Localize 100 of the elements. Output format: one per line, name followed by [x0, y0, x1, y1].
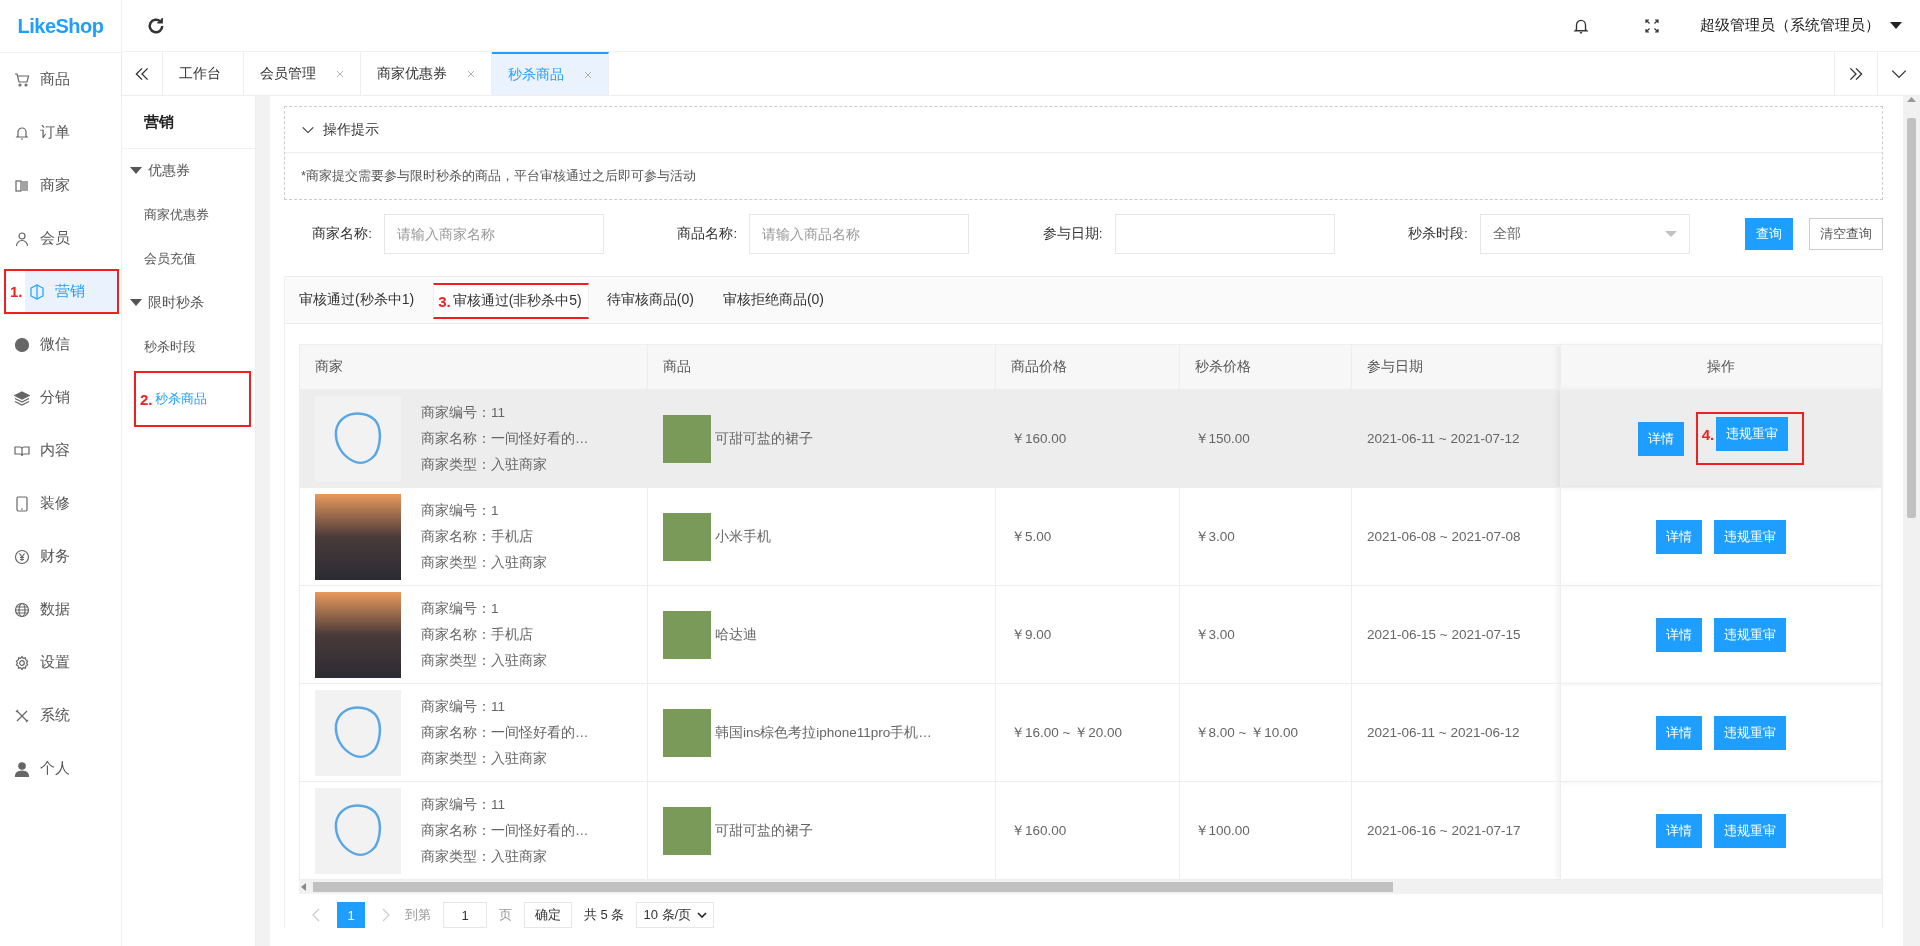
- text-field[interactable]: 请输入商品名称: [749, 214, 970, 254]
- globe-icon: [14, 601, 30, 618]
- sidebar-item[interactable]: 设置: [0, 636, 121, 689]
- date-range: 2021-06-11 ~ 2021-07-12: [1367, 431, 1520, 446]
- user-menu[interactable]: 超级管理员（系统管理员）: [1700, 16, 1902, 35]
- date-range: 2021-06-15 ~ 2021-07-15: [1367, 627, 1521, 642]
- merchant-info: 商家类型：入驻商家: [421, 553, 547, 572]
- horizontal-scrollbar[interactable]: [299, 880, 1882, 894]
- scrollbar-thumb[interactable]: [313, 882, 1393, 892]
- select-field[interactable]: 全部: [1479, 214, 1690, 254]
- product-price: ￥16.00 ~ ￥20.00: [1011, 724, 1122, 740]
- page-tab[interactable]: 工作台: [163, 52, 244, 95]
- merchant-info: 商家名称：手机店: [421, 527, 534, 546]
- menu-item[interactable]: 商家优惠券: [122, 193, 255, 237]
- sidebar-item[interactable]: 会员: [0, 212, 121, 265]
- product-price: ￥160.00: [1011, 822, 1067, 838]
- annotation-number: 3.: [437, 292, 452, 310]
- total-count: 共 5 条: [584, 906, 625, 924]
- sidebar-item[interactable]: 系统: [0, 689, 121, 742]
- yen-coin-icon: [14, 548, 30, 565]
- merchant-info: 商家类型：入驻商家: [421, 847, 548, 866]
- menu-group[interactable]: 限时秒杀: [122, 281, 255, 325]
- bell-icon: [14, 124, 30, 141]
- annotation-number: 4.: [1700, 425, 1716, 443]
- column-header: 秒杀价格: [1179, 344, 1352, 390]
- sidebar-item[interactable]: 订单: [0, 106, 121, 159]
- merchant-info: 商家名称：手机店: [421, 625, 534, 644]
- product-name: 可甜可盐的裙子: [715, 821, 814, 840]
- photo-placeholder: [663, 708, 712, 757]
- product-name: 可甜可盐的裙子: [715, 429, 814, 448]
- flash-price: ￥150.00: [1194, 430, 1250, 446]
- tips-text: *商家提交需要参与限时秒杀的商品，平台审核通过之后即可参与活动: [300, 167, 698, 185]
- scrollbar-thumb[interactable]: [1907, 118, 1916, 518]
- sidebar-item[interactable]: 装修: [0, 477, 121, 530]
- status-tab[interactable]: 审核通过(秒杀中1): [285, 277, 430, 323]
- product-price: ￥160.00: [1011, 430, 1067, 446]
- date-range: 2021-06-08 ~ 2021-07-08: [1367, 529, 1521, 544]
- scroll-left-icon: [299, 882, 309, 892]
- text-field[interactable]: 请输入商家名称: [384, 214, 604, 254]
- merchant-info: 商家类型：入驻商家: [421, 749, 548, 768]
- sidebar-item[interactable]: 商家: [0, 159, 121, 212]
- refresh-icon: [146, 15, 166, 36]
- date-field[interactable]: [1114, 214, 1335, 254]
- page-unit: 页: [499, 906, 512, 924]
- annotation-number: 1.: [9, 283, 24, 300]
- flash-price: ￥3.00: [1194, 626, 1235, 642]
- product-price: ￥5.00: [1011, 528, 1052, 544]
- product-price: ￥9.00: [1011, 626, 1052, 642]
- sidebar-item[interactable]: 分销: [0, 371, 121, 424]
- date-range: 2021-06-11 ~ 2021-06-12: [1367, 725, 1520, 740]
- fullscreen-icon: [1644, 17, 1660, 34]
- page-input[interactable]: 1: [443, 902, 487, 928]
- product-name: 小米手机: [715, 527, 772, 546]
- tips-toggle[interactable]: 操作提示: [285, 107, 1882, 153]
- menu-item[interactable]: 秒杀时段: [122, 325, 255, 369]
- cart-icon: [14, 71, 30, 88]
- status-tab[interactable]: 3.审核通过(非秒杀中5): [433, 283, 589, 319]
- caret-down-icon: [130, 167, 142, 175]
- confirm-button[interactable]: 确定: [524, 902, 572, 928]
- photo-placeholder: [663, 512, 712, 561]
- merchant-info: 商家名称：一间怪好看的…: [421, 723, 589, 742]
- reset-button[interactable]: 清空查询: [1809, 218, 1883, 250]
- chat-bubble-icon: [14, 336, 30, 353]
- caret-down-icon: [697, 912, 708, 918]
- column-header: 商品: [647, 344, 996, 390]
- status-tab[interactable]: 待审核商品(0): [592, 277, 709, 323]
- merchant-info: 商家编号：11: [421, 403, 506, 422]
- logo-text: LikeShop: [17, 14, 104, 38]
- status-tab[interactable]: 审核拒绝商品(0): [708, 277, 839, 323]
- sidebar-item[interactable]: 财务: [0, 530, 121, 583]
- photo-placeholder: [663, 610, 712, 659]
- sidebar-item[interactable]: 内容: [0, 424, 121, 477]
- column-header: 操作: [1560, 344, 1882, 390]
- product-name: 韩国ins棕色考拉iphone11pro手机…: [715, 723, 932, 742]
- sidebar-item[interactable]: 个人: [0, 742, 121, 795]
- merchant-info: 商家名称：一间怪好看的…: [421, 821, 589, 840]
- filter-label: 参与日期:: [1041, 225, 1104, 243]
- merchant-info: 商家编号：1: [421, 501, 500, 520]
- layers-icon: [14, 389, 30, 406]
- menu-item[interactable]: 会员充值: [122, 237, 255, 281]
- storefront-icon: [14, 177, 30, 194]
- merchant-info: 商家编号：1: [421, 599, 500, 618]
- filter-label: 商家名称:: [311, 225, 373, 243]
- sidebar-item[interactable]: 商品: [0, 53, 121, 106]
- filter-label: 商品名称:: [676, 225, 739, 243]
- flash-price: ￥3.00: [1194, 528, 1235, 544]
- product-name: 哈达迪: [715, 625, 758, 644]
- sidebar-item[interactable]: 数据: [0, 583, 121, 636]
- column-header: 商家: [299, 344, 648, 390]
- goto-label: 到第: [405, 906, 431, 924]
- page-tab[interactable]: 会员管理: [244, 52, 361, 95]
- merchant-info: 商家编号：11: [421, 795, 506, 814]
- settings-icon: [14, 654, 30, 671]
- merchant-info: 商家名称：一间怪好看的…: [421, 429, 589, 448]
- page-size-select[interactable]: 10 条/页: [636, 902, 715, 928]
- sidebar-item[interactable]: 微信: [0, 318, 121, 371]
- user-icon: [14, 230, 30, 247]
- column-header: 参与日期: [1351, 344, 1561, 390]
- menu-group[interactable]: 优惠券: [122, 149, 255, 193]
- flash-price: ￥8.00 ~ ￥10.00: [1194, 724, 1298, 740]
